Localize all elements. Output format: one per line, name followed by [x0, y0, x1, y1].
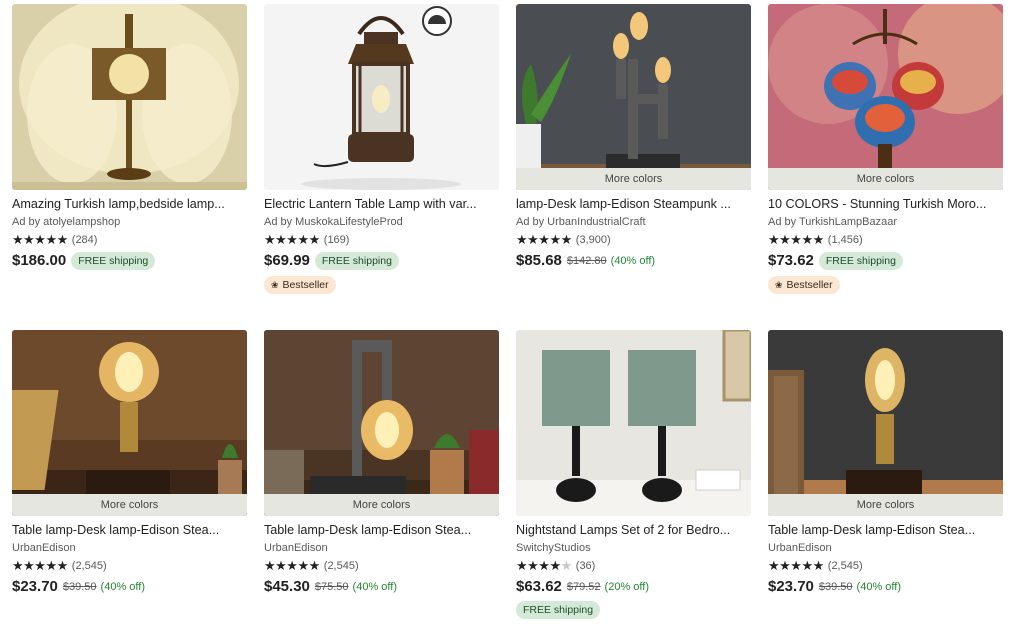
discount: (40% off)	[100, 581, 145, 593]
discount: (40% off)	[856, 581, 901, 593]
price: $85.68	[516, 252, 562, 269]
review-count: (284)	[71, 234, 98, 246]
review-count: (1,456)	[827, 234, 863, 246]
star-rating-icon: ★★★★★	[516, 232, 572, 247]
product-card[interactable]: Nightstand Lamps Set of 2 for Bedro... S…	[516, 330, 751, 619]
rating: ★★★★★ (36)	[516, 559, 751, 573]
bestseller-label: Bestseller	[282, 279, 329, 291]
price: $73.62	[768, 252, 814, 269]
rating: ★★★★★ (284)	[12, 233, 247, 247]
seller-name[interactable]: UrbanEdison	[768, 541, 1003, 555]
rating: ★★★★★ (169)	[264, 233, 499, 247]
free-shipping-badge: FREE shipping	[818, 252, 903, 270]
product-title[interactable]: Table lamp-Desk lamp-Edison Stea...	[12, 522, 247, 538]
more-colors-label[interactable]: More colors	[12, 494, 247, 516]
review-count: (2,545)	[323, 560, 359, 572]
award-icon: ❀	[271, 280, 279, 290]
bestseller-badge: ❀ Bestseller	[264, 276, 336, 294]
seller-name[interactable]: UrbanEdison	[264, 541, 499, 555]
star-rating-icon: ★★★★★	[12, 558, 68, 573]
product-card[interactable]: More colors Table lamp-Desk lamp-Edison …	[12, 330, 247, 597]
product-card[interactable]: More colors Table lamp-Desk lamp-Edison …	[264, 330, 499, 597]
seller-name[interactable]: Ad by MuskokaLifestyleProd	[264, 215, 499, 229]
discount: (20% off)	[604, 581, 649, 593]
product-title[interactable]: Amazing Turkish lamp,bedside lamp...	[12, 196, 247, 212]
price-row: $23.70 $39.50 (40% off)	[12, 577, 247, 597]
seller-name[interactable]: UrbanEdison	[12, 541, 247, 555]
star-rating-icon: ★★★★★	[264, 232, 320, 247]
more-colors-label[interactable]: More colors	[768, 494, 1003, 516]
product-image[interactable]: More colors	[768, 4, 1003, 190]
product-card[interactable]: Amazing Turkish lamp,bedside lamp... Ad …	[12, 4, 247, 271]
product-title[interactable]: Nightstand Lamps Set of 2 for Bedro...	[516, 522, 751, 538]
star-rating-icon: ★★★★★	[12, 232, 68, 247]
product-image[interactable]: More colors	[768, 330, 1003, 516]
review-count: (2,545)	[827, 560, 863, 572]
seller-name[interactable]: SwitchyStudios	[516, 541, 751, 555]
star-rating-icon: ★★★★★	[264, 558, 320, 573]
price-row: $186.00 FREE shipping	[12, 251, 247, 271]
price: $23.70	[768, 578, 814, 595]
original-price: $39.50	[62, 581, 97, 593]
award-icon: ❀	[775, 280, 783, 290]
product-image[interactable]: More colors	[12, 330, 247, 516]
original-price: $75.50	[314, 581, 349, 593]
price-row: $45.30 $75.50 (40% off)	[264, 577, 499, 597]
bestseller-badge: ❀ Bestseller	[768, 276, 840, 294]
rating: ★★★★★ (1,456)	[768, 233, 1003, 247]
original-price: $39.50	[818, 581, 853, 593]
review-count: (169)	[323, 234, 350, 246]
rating: ★★★★★ (2,545)	[768, 559, 1003, 573]
star-rating-icon: ★★★★★	[768, 232, 824, 247]
price-row: $63.62 $79.52 (20% off)	[516, 577, 751, 597]
product-title[interactable]: lamp-Desk lamp-Edison Steampunk ...	[516, 196, 751, 212]
original-price: $79.52	[566, 581, 601, 593]
seller-name[interactable]: Ad by UrbanIndustrialCraft	[516, 215, 751, 229]
discount: (40% off)	[610, 255, 656, 267]
product-title[interactable]: Table lamp-Desk lamp-Edison Stea...	[768, 522, 1003, 538]
price: $45.30	[264, 578, 310, 595]
product-card[interactable]: Electric Lantern Table Lamp with var... …	[264, 4, 499, 294]
product-image[interactable]: More colors	[264, 330, 499, 516]
free-shipping-badge: FREE shipping	[71, 252, 156, 270]
product-card[interactable]: More colors 10 COLORS - Stunning Turkish…	[768, 4, 1003, 294]
price: $186.00	[12, 252, 67, 269]
product-title[interactable]: Table lamp-Desk lamp-Edison Stea...	[264, 522, 499, 538]
seller-name[interactable]: Ad by TurkishLampBazaar	[768, 215, 1003, 229]
review-count: (3,900)	[575, 234, 611, 246]
price-row: $69.99 FREE shipping	[264, 251, 499, 271]
free-shipping-badge: FREE shipping	[516, 601, 601, 619]
product-title[interactable]: Electric Lantern Table Lamp with var...	[264, 196, 499, 212]
product-card[interactable]: More colors Table lamp-Desk lamp-Edison …	[768, 330, 1003, 597]
discount: (40% off)	[352, 581, 397, 593]
rating: ★★★★★ (2,545)	[12, 559, 247, 573]
price: $63.62	[516, 578, 562, 595]
more-colors-label[interactable]: More colors	[768, 168, 1003, 190]
free-shipping-badge: FREE shipping	[314, 252, 399, 270]
product-image[interactable]	[12, 4, 247, 190]
more-colors-label[interactable]: More colors	[264, 494, 499, 516]
rating: ★★★★★ (3,900)	[516, 233, 751, 247]
price: $23.70	[12, 578, 58, 595]
price-row: $73.62 FREE shipping	[768, 251, 1003, 271]
seller-name[interactable]: Ad by atolyelampshop	[12, 215, 247, 229]
product-title[interactable]: 10 COLORS - Stunning Turkish Moro...	[768, 196, 1003, 212]
review-count: (2,545)	[71, 560, 107, 572]
product-image[interactable]	[516, 330, 751, 516]
bestseller-label: Bestseller	[786, 279, 833, 291]
product-card[interactable]: More colors lamp-Desk lamp-Edison Steamp…	[516, 4, 751, 271]
product-grid: Amazing Turkish lamp,bedside lamp... Ad …	[0, 0, 1024, 626]
price-row: $23.70 $39.50 (40% off)	[768, 577, 1003, 597]
product-image[interactable]: More colors	[516, 4, 751, 190]
star-rating-icon: ★★★★★	[768, 558, 824, 573]
rating: ★★★★★ (2,545)	[264, 559, 499, 573]
product-image[interactable]	[264, 4, 499, 190]
review-count: (36)	[575, 560, 596, 572]
more-colors-label[interactable]: More colors	[516, 168, 751, 190]
price: $69.99	[264, 252, 310, 269]
original-price: $142.80	[566, 255, 607, 267]
price-row: $85.68 $142.80 (40% off)	[516, 251, 751, 271]
star-rating-icon: ★★★★★	[516, 558, 572, 573]
